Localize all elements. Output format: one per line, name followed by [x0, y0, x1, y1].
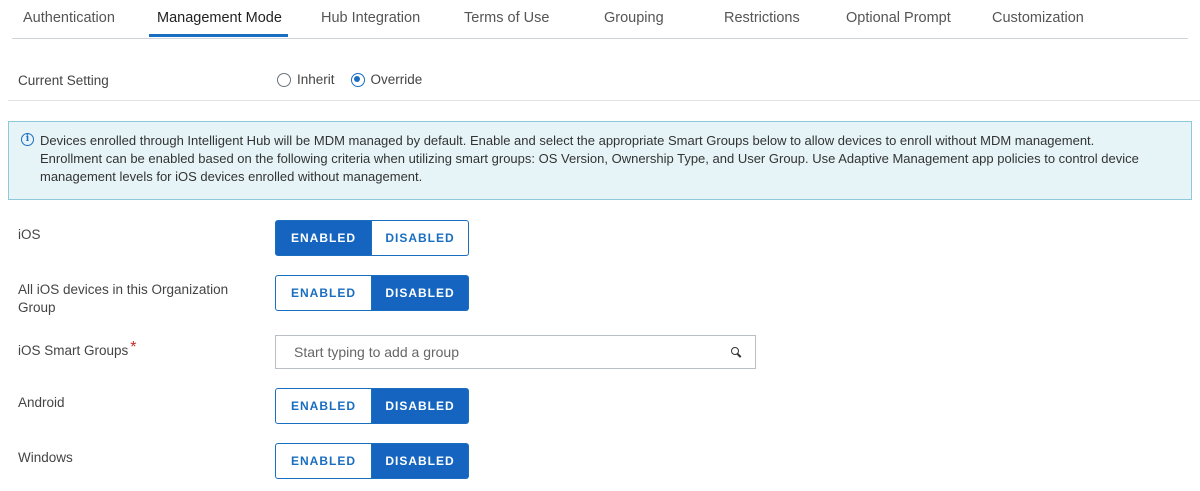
current-setting-label: Current Setting	[18, 73, 109, 88]
radio-override-label: Override	[370, 72, 423, 87]
radio-inherit-label: Inherit	[297, 72, 335, 87]
divider	[8, 100, 1200, 101]
required-asterisk: *	[130, 339, 137, 356]
radio-inherit[interactable]: Inherit	[277, 72, 335, 87]
ios-enabled-button[interactable]: ENABLED	[275, 220, 372, 256]
tab-customization[interactable]: Customization	[992, 10, 1084, 26]
info-text-line-1: Devices enrolled through Intelligent Hub…	[40, 133, 1095, 148]
tab-authentication[interactable]: Authentication	[23, 10, 115, 26]
tab-restrictions[interactable]: Restrictions	[724, 10, 800, 26]
tab-hub-integration[interactable]: Hub Integration	[321, 10, 420, 26]
ios-toggle: ENABLED DISABLED	[275, 220, 469, 256]
tab-terms-of-use[interactable]: Terms of Use	[464, 10, 549, 26]
active-tab-indicator	[149, 34, 288, 37]
tab-bar: Authentication Management Mode Hub Integ…	[12, 0, 1188, 39]
smart-group-search-input[interactable]	[292, 343, 731, 361]
ios-smart-groups-label-text: iOS Smart Groups	[18, 343, 129, 358]
search-icon[interactable]	[731, 347, 741, 357]
info-text-line-2: Enrollment can be enabled based on the f…	[40, 151, 1139, 166]
all-ios-enabled-button[interactable]: ENABLED	[275, 275, 372, 311]
tab-management-mode[interactable]: Management Mode	[157, 10, 282, 26]
android-toggle: ENABLED DISABLED	[275, 388, 469, 424]
android-label: Android	[18, 395, 65, 410]
all-ios-disabled-button[interactable]: DISABLED	[372, 275, 469, 311]
tab-optional-prompt[interactable]: Optional Prompt	[846, 10, 951, 26]
tab-grouping[interactable]: Grouping	[604, 10, 664, 26]
windows-disabled-button[interactable]: DISABLED	[372, 443, 469, 479]
radio-override-circle[interactable]	[350, 72, 365, 87]
radio-inherit-circle[interactable]	[277, 72, 291, 87]
info-banner: i Devices enrolled through Intelligent H…	[8, 121, 1192, 200]
info-text-line-3: management levels for iOS devices enroll…	[40, 169, 423, 184]
info-icon: i	[21, 133, 34, 146]
all-ios-devices-label: All iOS devices in this Organization Gro…	[18, 282, 229, 315]
ios-label: iOS	[18, 227, 41, 242]
all-ios-devices-toggle: ENABLED DISABLED	[275, 275, 469, 311]
ios-disabled-button[interactable]: DISABLED	[372, 220, 469, 256]
current-setting-radio-group: Inherit Override	[277, 72, 438, 87]
windows-label: Windows	[18, 450, 73, 465]
android-enabled-button[interactable]: ENABLED	[275, 388, 372, 424]
radio-override[interactable]: Override	[350, 72, 423, 87]
windows-toggle: ENABLED DISABLED	[275, 443, 469, 479]
ios-smart-groups-label: iOS Smart Groups *	[18, 339, 137, 360]
windows-enabled-button[interactable]: ENABLED	[275, 443, 372, 479]
android-disabled-button[interactable]: DISABLED	[372, 388, 469, 424]
smart-group-search-field[interactable]	[275, 335, 756, 369]
